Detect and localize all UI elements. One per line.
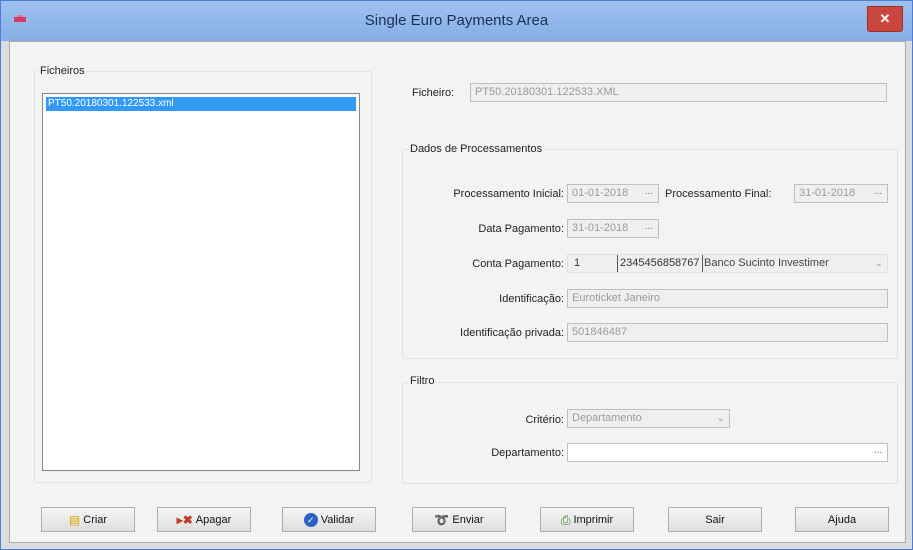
list-item[interactable]: PT50.20180301.122533.xml (46, 97, 356, 111)
create-document-icon: ▤ (68, 512, 81, 527)
validar-button[interactable]: ✓ Validar (282, 507, 376, 532)
chevron-down-icon[interactable]: ⌄ (875, 255, 883, 272)
conta-pagamento-account: 2345456858767 (617, 255, 703, 272)
apagar-button[interactable]: ▸✖ Apagar (157, 507, 251, 532)
identificacao-field[interactable]: Euroticket Janeiro (567, 289, 888, 308)
ficheiro-field[interactable]: PT50.20180301.122533.XML (470, 83, 887, 102)
criterio-value: Departamento (572, 412, 642, 424)
ficheiro-label: Ficheiro: (412, 87, 455, 99)
processamento-final-field[interactable]: 31-01-2018 ... (794, 184, 888, 203)
data-pagamento-field[interactable]: 31-01-2018 ... (567, 219, 659, 238)
identificacao-label: Identificação: (499, 293, 564, 305)
data-pagamento-label: Data Pagamento: (478, 223, 564, 235)
ajuda-button[interactable]: Ajuda (795, 507, 889, 532)
dialog-client-area: Ficheiros PT50.20180301.122533.xml Fiche… (9, 41, 906, 543)
print-icon: ⎙ (560, 512, 571, 527)
processamento-final-label: Processamento Final: (665, 188, 772, 200)
ficheiros-group-label: Ficheiros (38, 65, 87, 77)
apagar-label: Apagar (195, 513, 232, 526)
filtro-group (402, 382, 898, 484)
ellipsis-icon[interactable]: ... (641, 221, 657, 236)
close-button[interactable]: ✕ (867, 6, 903, 32)
ficheiros-listbox[interactable]: PT50.20180301.122533.xml (42, 93, 360, 471)
sair-button[interactable]: Sair (668, 507, 762, 532)
criterio-select[interactable]: Departamento ⌄ (567, 409, 730, 428)
processamento-inicial-label: Processamento Inicial: (453, 188, 564, 200)
validar-label: Validar (320, 513, 355, 526)
title-bar[interactable]: Single Euro Payments Area ✕ (1, 1, 912, 41)
criterio-label: Critério: (525, 414, 564, 426)
close-icon: ✕ (879, 11, 891, 26)
imprimir-button[interactable]: ⎙ Imprimir (540, 507, 634, 532)
conta-pagamento-field[interactable]: 1 2345456858767 Banco Sucinto Investimer… (567, 254, 888, 273)
enviar-button[interactable]: ➰ Enviar (412, 507, 506, 532)
data-pagamento-value: 31-01-2018 (572, 222, 629, 234)
criar-button[interactable]: ▤ Criar (41, 507, 135, 532)
processamento-inicial-value: 01-01-2018 (572, 187, 629, 199)
sair-label: Sair (705, 513, 725, 526)
delete-icon: ▸✖ (176, 512, 193, 527)
enviar-label: Enviar (452, 513, 484, 526)
processamento-final-value: 31-01-2018 (799, 187, 856, 199)
ajuda-label: Ajuda (827, 513, 857, 526)
conta-pagamento-label: Conta Pagamento: (472, 258, 564, 270)
chevron-down-icon[interactable]: ⌄ (717, 410, 725, 427)
dados-processamentos-label: Dados de Processamentos (408, 143, 545, 155)
window-title: Single Euro Payments Area (364, 12, 549, 29)
criar-label: Criar (83, 513, 108, 526)
send-icon: ➰ (434, 512, 450, 527)
conta-pagamento-bank: Banco Sucinto Investimer (704, 257, 829, 269)
processamento-inicial-field[interactable]: 01-01-2018 ... (567, 184, 659, 203)
ellipsis-icon[interactable]: ... (870, 445, 886, 460)
identificacao-privada-field[interactable]: 501846487 (567, 323, 888, 342)
sepa-window: Single Euro Payments Area ✕ Ficheiros PT… (0, 0, 913, 550)
departamento-field[interactable]: ... (567, 443, 888, 462)
identificacao-privada-label: Identificação privada: (460, 327, 564, 339)
imprimir-label: Imprimir (573, 513, 614, 526)
filtro-label: Filtro (408, 375, 437, 387)
ellipsis-icon[interactable]: ... (641, 186, 657, 201)
conta-pagamento-number: 1 (574, 257, 581, 269)
ellipsis-icon[interactable]: ... (870, 186, 886, 201)
validate-icon: ✓ (303, 512, 318, 527)
departamento-label: Departamento: (491, 447, 564, 459)
